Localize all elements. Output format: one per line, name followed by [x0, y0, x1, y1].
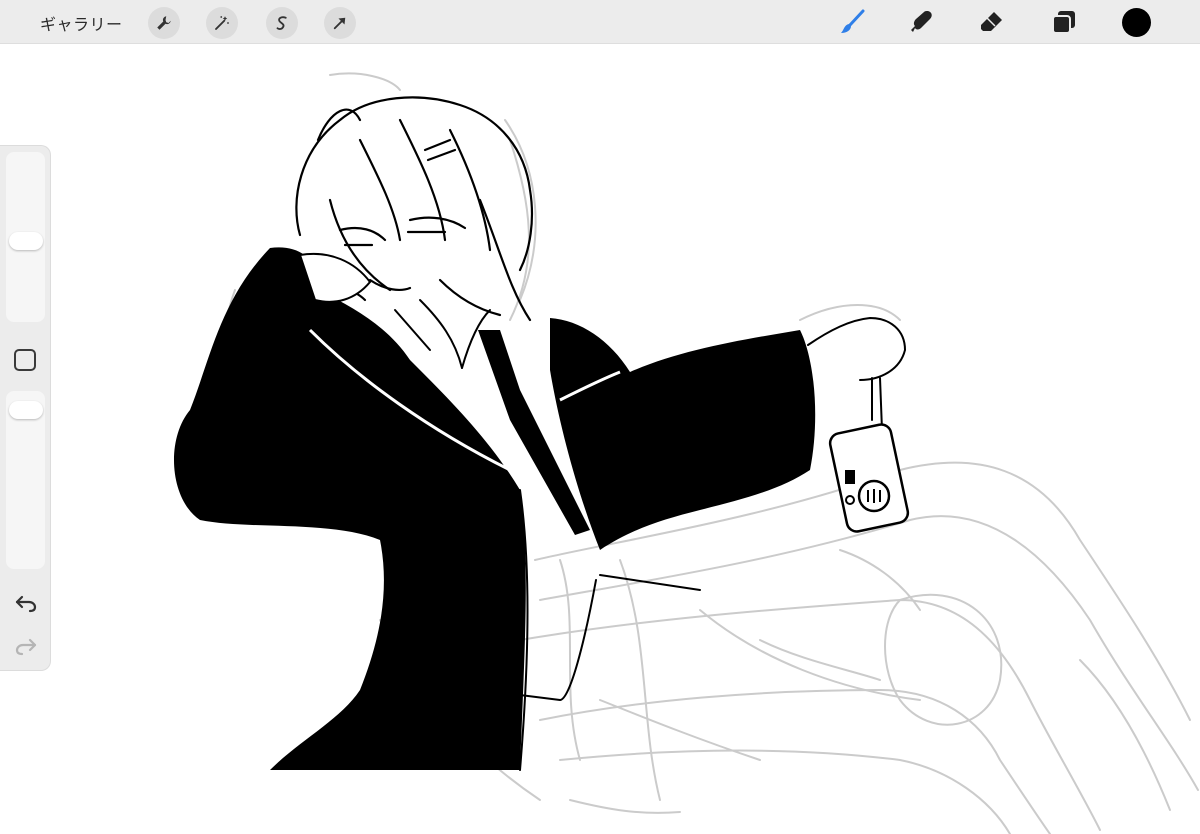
redo-arrow-icon[interactable]: [14, 634, 38, 658]
arrow-cursor-icon[interactable]: [324, 7, 356, 39]
top-toolbar: ギャラリー: [0, 0, 1200, 44]
smudge-finger-icon[interactable]: [906, 6, 938, 38]
gallery-button[interactable]: ギャラリー: [40, 11, 123, 35]
camera-drawing: [828, 423, 910, 533]
selection-s-icon[interactable]: [266, 7, 298, 39]
magic-wand-icon[interactable]: [206, 7, 238, 39]
artwork-drawing: [173, 72, 1199, 834]
brush-icon[interactable]: [836, 6, 868, 38]
opacity-knob[interactable]: [9, 401, 43, 419]
square-icon[interactable]: [14, 349, 36, 371]
left-sidebar: [0, 145, 51, 671]
drawing-canvas[interactable]: [0, 45, 1200, 834]
wrench-icon[interactable]: [148, 7, 180, 39]
layers-icon[interactable]: [1048, 6, 1080, 38]
brush-size-knob[interactable]: [9, 232, 43, 250]
color-picker-button[interactable]: [1122, 8, 1151, 37]
jacket-shape: [173, 247, 816, 770]
undo-arrow-icon[interactable]: [14, 591, 38, 615]
eraser-icon[interactable]: [976, 6, 1008, 38]
